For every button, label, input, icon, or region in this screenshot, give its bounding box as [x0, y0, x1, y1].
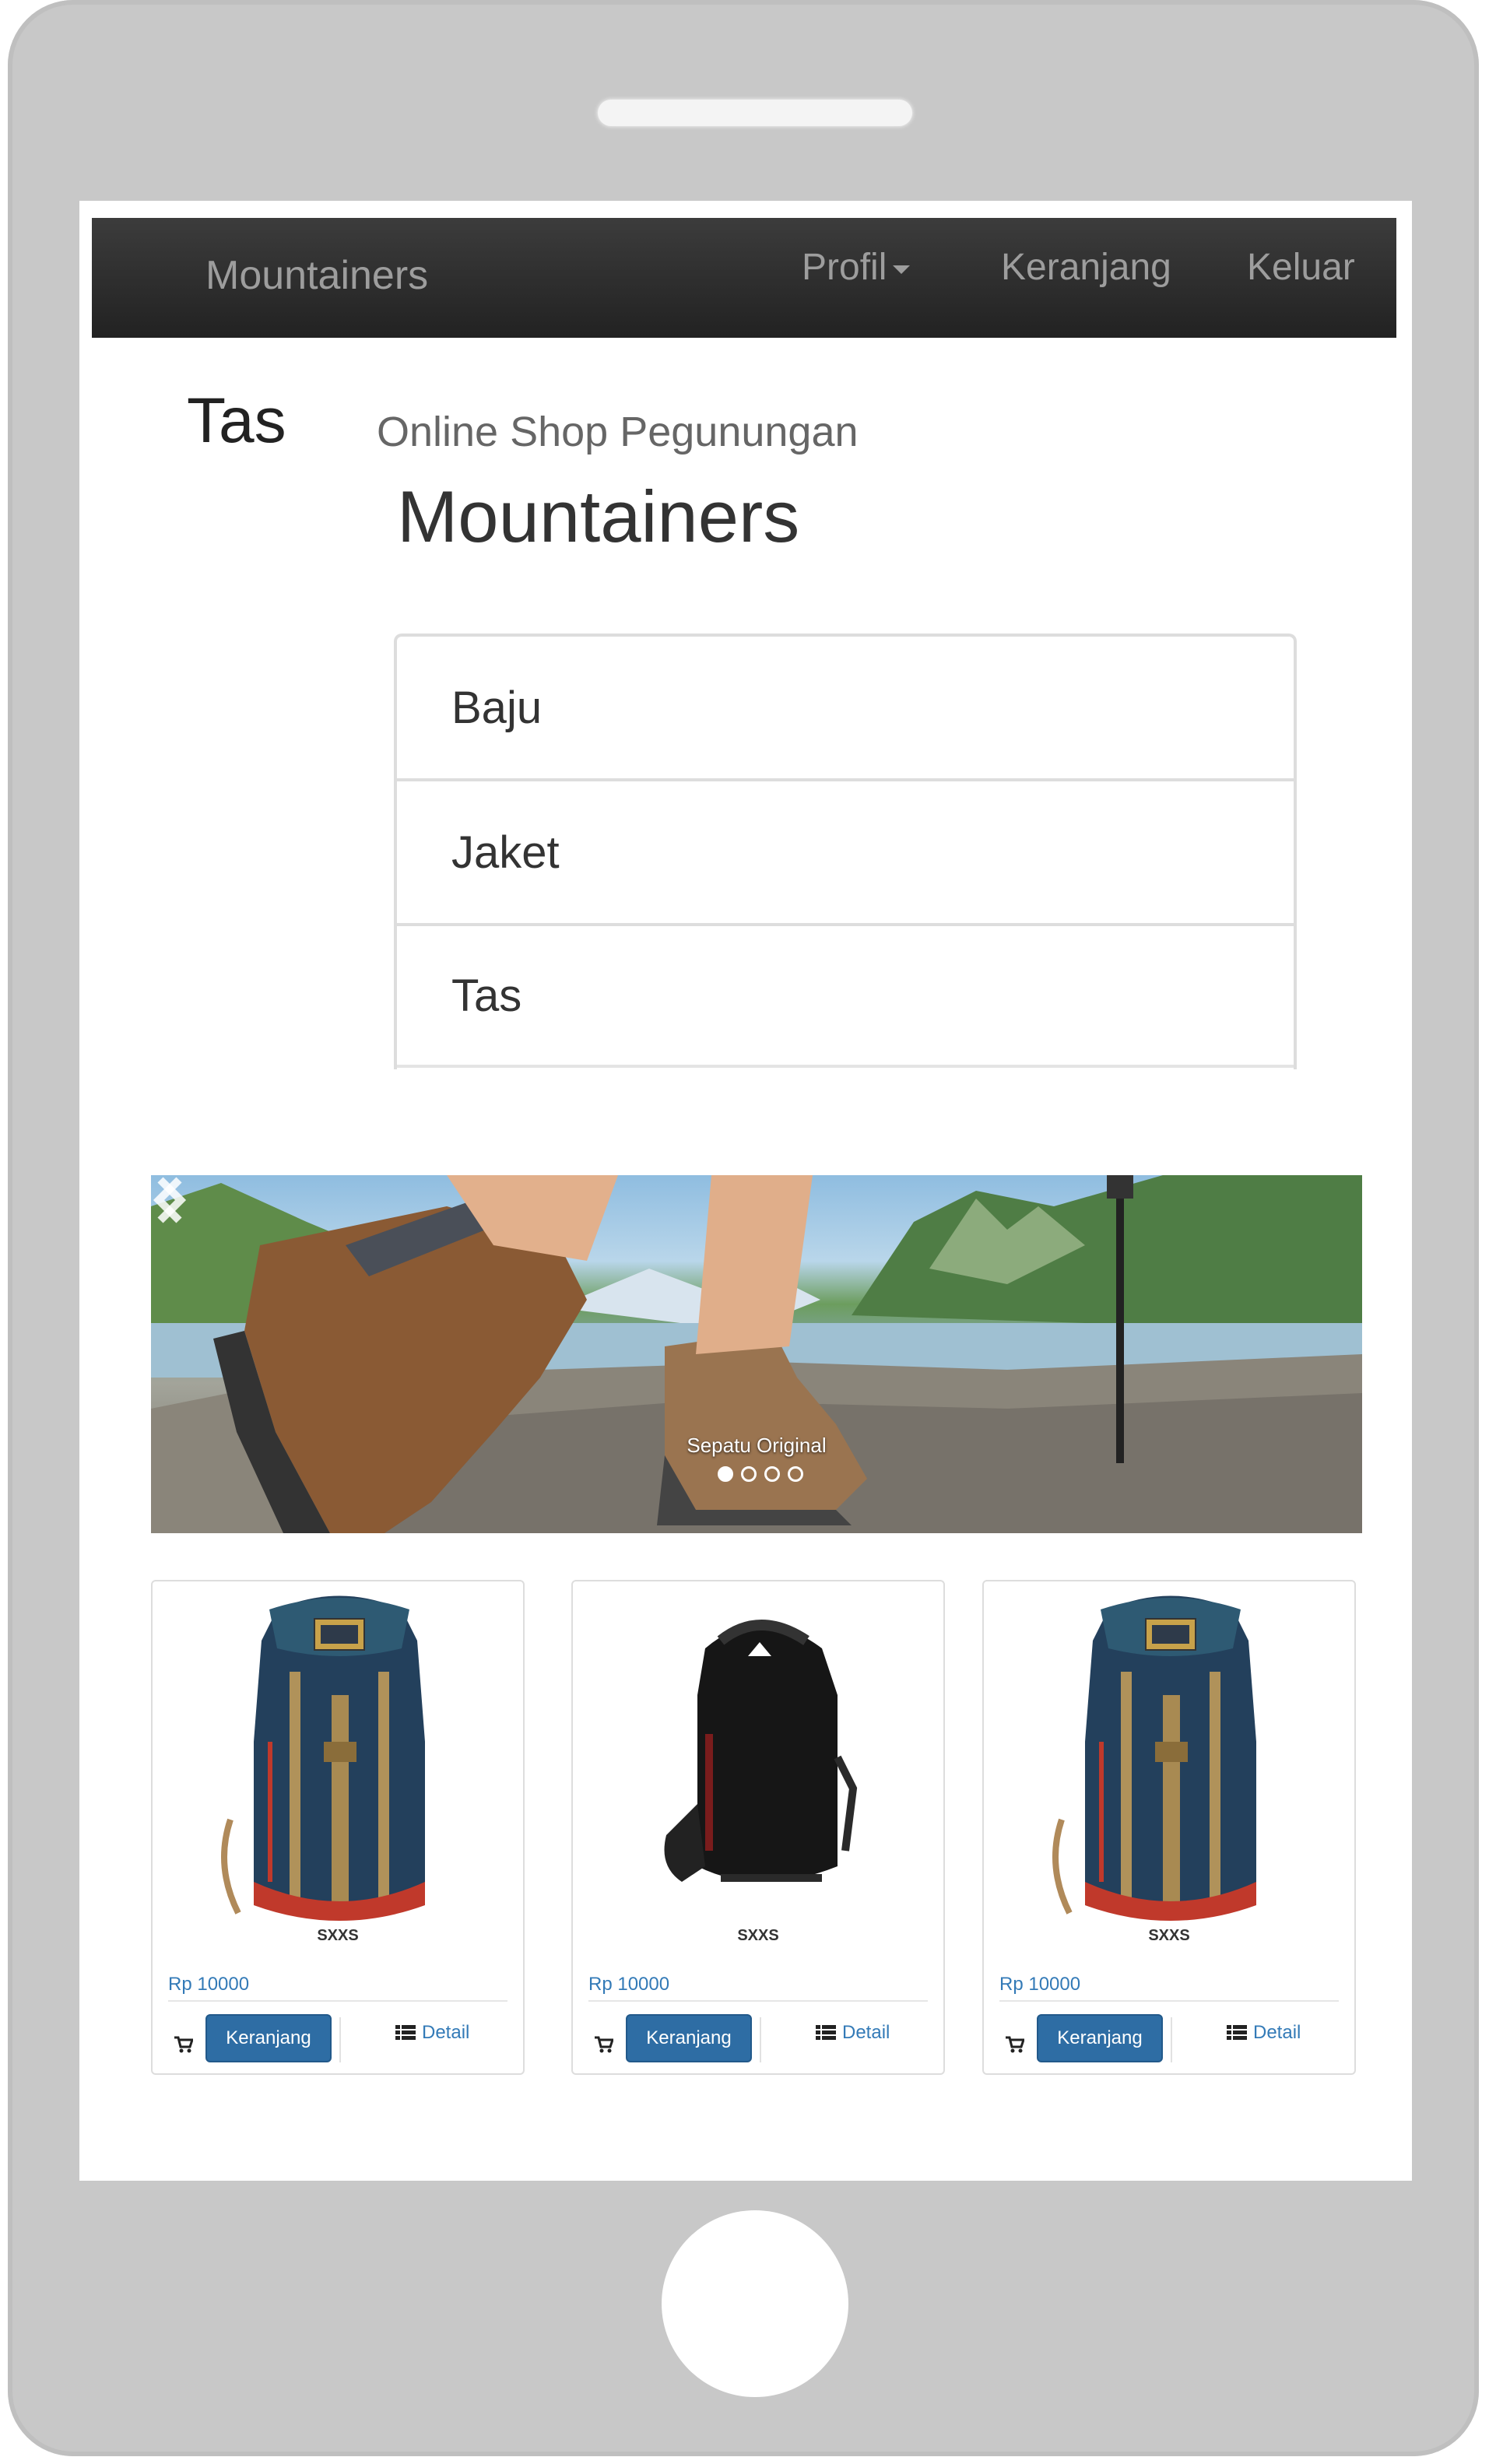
phone-home-button[interactable] — [662, 2210, 848, 2397]
shopping-cart-icon — [1006, 2036, 1024, 2053]
carousel-indicator-4[interactable] — [788, 1466, 803, 1482]
sidebar-title: Mountainers — [397, 476, 800, 557]
list-icon — [1227, 2025, 1247, 2040]
caret-down-icon — [893, 265, 911, 274]
category-list: Baju Jaket Tas — [394, 634, 1297, 1069]
carousel-caption: Sepatu Original — [687, 1434, 827, 1457]
nav-profil-label: Profil — [802, 247, 887, 288]
add-to-cart-button[interactable]: Keranjang — [626, 2014, 752, 2062]
product-image-blue-backpack[interactable] — [999, 1586, 1342, 1936]
navbar-brand[interactable]: Mountainers — [205, 252, 428, 299]
detail-label: Detail — [422, 2022, 470, 2043]
detail-link[interactable]: Detail — [395, 2022, 469, 2044]
divider — [760, 2017, 761, 2062]
chevron-right-icon[interactable] — [151, 1175, 188, 1225]
image-carousel: Sepatu Original — [151, 1175, 1362, 1533]
phone-frame: Mountainers Profil Keranjang Keluar Tas … — [8, 0, 1479, 2456]
product-price: Rp 10000 — [999, 1974, 1081, 1995]
detail-label: Detail — [1253, 2022, 1301, 2043]
product-card: SXXS Rp 10000 Keranjang Detail — [151, 1580, 525, 2075]
carousel-indicator-3[interactable] — [764, 1466, 780, 1482]
detail-link[interactable]: Detail — [1227, 2022, 1301, 2044]
product-card: SXXS Rp 10000 Keranjang Detail — [571, 1580, 945, 2075]
product-name: SXXS — [1148, 1927, 1190, 1944]
product-name: SXXS — [737, 1927, 779, 1944]
add-to-cart-button[interactable]: Keranjang — [1037, 2014, 1163, 2062]
product-price: Rp 10000 — [588, 1974, 670, 1995]
product-card: SXXS Rp 10000 Keranjang Detail — [982, 1580, 1356, 2075]
list-icon — [395, 2025, 416, 2040]
navbar: Mountainers Profil Keranjang Keluar — [92, 218, 1396, 338]
divider — [1171, 2017, 1172, 2062]
phone-speaker — [598, 100, 912, 126]
add-to-cart-button[interactable]: Keranjang — [205, 2014, 332, 2062]
nav-profil-dropdown[interactable]: Profil — [802, 246, 911, 289]
category-item-jaket[interactable]: Jaket — [397, 781, 1294, 926]
page-title: Tas — [187, 385, 286, 456]
detail-label: Detail — [842, 2022, 890, 2043]
product-image-blue-backpack[interactable] — [168, 1586, 511, 1936]
divider — [588, 2000, 928, 2002]
category-item-tas[interactable]: Tas — [397, 926, 1294, 1068]
product-image-black-backpack[interactable] — [588, 1586, 931, 1936]
list-icon — [816, 2025, 836, 2040]
category-item-baju[interactable]: Baju — [397, 637, 1294, 781]
page-subtitle: Online Shop Pegunungan — [377, 409, 859, 455]
divider — [168, 2000, 507, 2002]
shopping-cart-icon — [595, 2036, 613, 2053]
detail-link[interactable]: Detail — [816, 2022, 890, 2044]
carousel-indicator-2[interactable] — [741, 1466, 757, 1482]
divider — [339, 2017, 341, 2062]
phone-screen: Mountainers Profil Keranjang Keluar Tas … — [79, 201, 1412, 2181]
product-price: Rp 10000 — [168, 1974, 250, 1995]
shopping-cart-icon — [174, 2036, 193, 2053]
carousel-indicators — [718, 1466, 803, 1482]
page-header: Tas Online Shop Pegunungan — [170, 370, 870, 464]
carousel-indicator-1[interactable] — [718, 1466, 733, 1482]
product-name: SXXS — [317, 1927, 359, 1944]
nav-keranjang[interactable]: Keranjang — [1001, 246, 1171, 289]
divider — [999, 2000, 1339, 2002]
nav-keluar[interactable]: Keluar — [1247, 246, 1355, 289]
